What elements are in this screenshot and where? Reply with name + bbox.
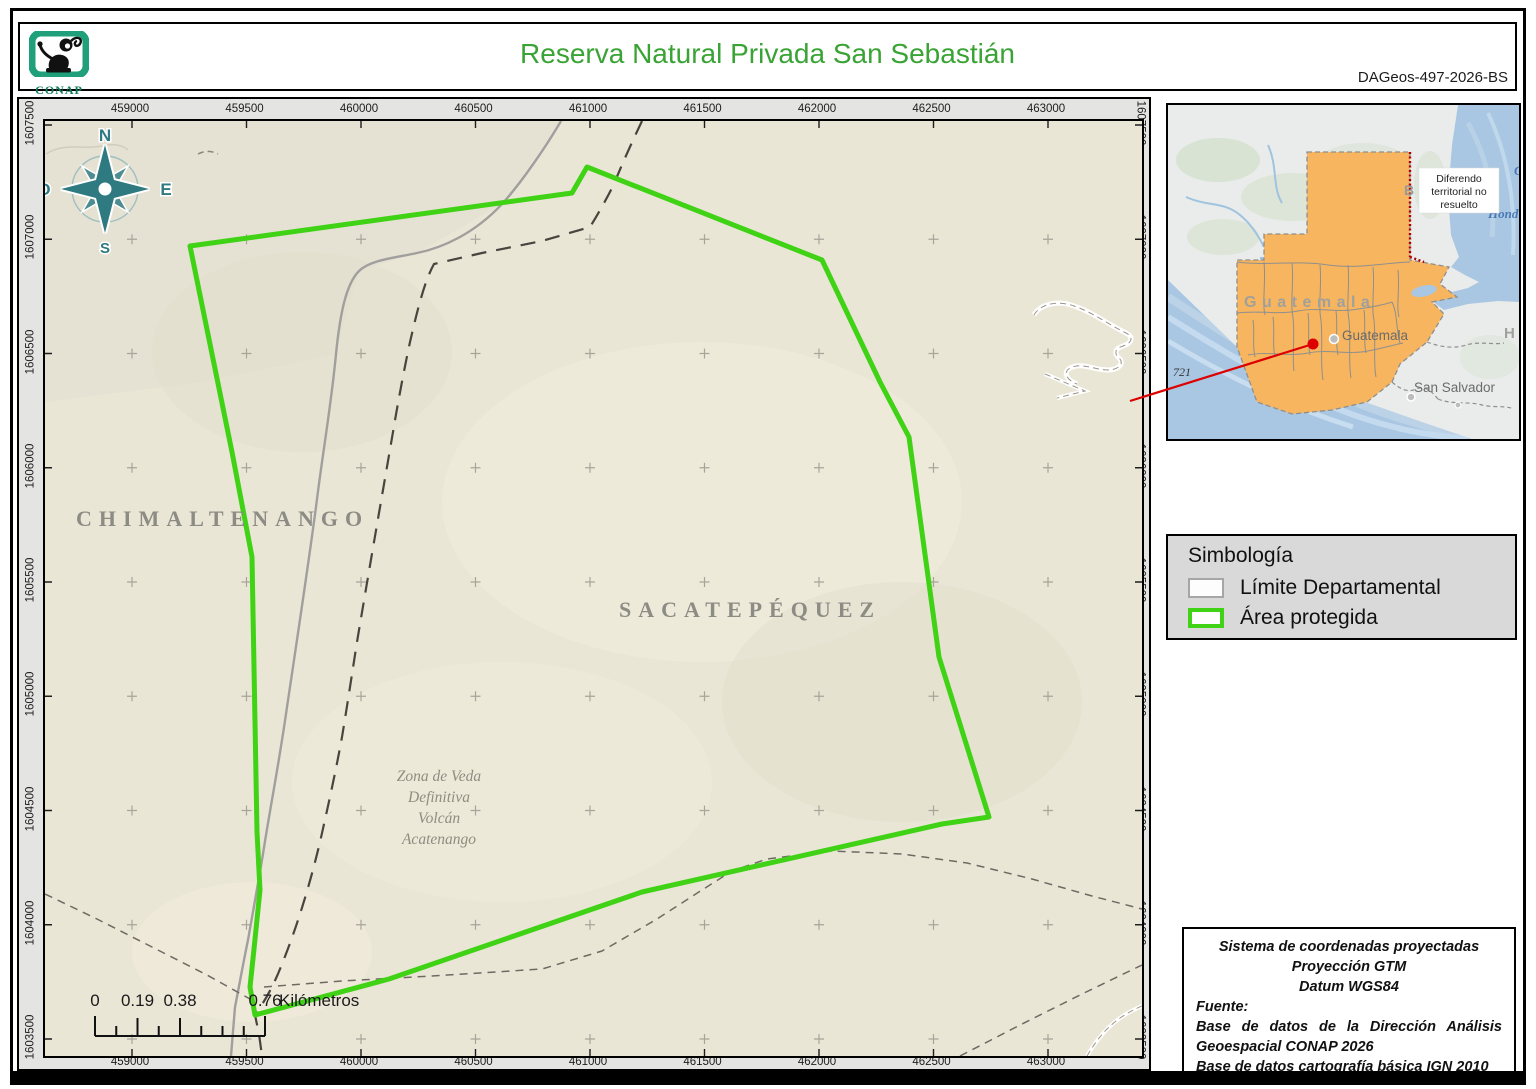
svg-text:Volcán: Volcán xyxy=(418,810,460,827)
svg-text:0.76: 0.76 xyxy=(248,991,281,1010)
y-axis-tick-label: 1607500 xyxy=(24,100,36,146)
compass-north-label: N xyxy=(99,126,111,145)
svg-text:Diferendo: Diferendo xyxy=(1436,173,1482,185)
inset-graphics: B Gu Hond Diferendo territorial no resue… xyxy=(1168,105,1519,439)
compass-east-label: E xyxy=(160,180,171,199)
crs-line: Sistema de coordenadas proyectadas xyxy=(1218,939,1480,955)
header: CONAP Reserva Natural Privada San Sebast… xyxy=(18,22,1517,97)
x-axis-tick-label: 462000 xyxy=(797,103,837,115)
x-axis-labels-top: 459000 459500 460000 460500 461000 461500 4620… xyxy=(85,103,1091,117)
region-label-sacatepequez: SACATEPÉQUEZ xyxy=(619,597,881,622)
svg-text:0.19: 0.19 xyxy=(121,991,154,1010)
y-axis-tick-label: 1604500 xyxy=(24,786,36,831)
x-axis-tick-label: 463000 xyxy=(1026,1056,1066,1068)
conap-logo-text: CONAP xyxy=(35,83,83,97)
document-code: DAGeos-497-2026-BS xyxy=(1357,69,1508,86)
region-label-chimaltenango: CHIMALTENANGO xyxy=(76,506,369,531)
compass-south-label: S xyxy=(100,240,110,257)
legend: Simbología Límite Departamental Área pro… xyxy=(1166,534,1517,640)
city-label-guatemala: Guatemala xyxy=(1342,328,1409,343)
fuente-label: Fuente: xyxy=(1196,999,1249,1015)
svg-text:Zona de Veda: Zona de Veda xyxy=(397,768,482,785)
svg-text:resuelto: resuelto xyxy=(1440,199,1478,211)
svg-text:territorial no: territorial no xyxy=(1431,186,1487,198)
x-axis-tick-label: 460500 xyxy=(454,103,493,115)
main-map-panel: 459000 459500 460000 460500 461000 461500 4620… xyxy=(17,97,1151,1071)
map-canvas: N S E O CHIMALTENANGO SACATEPÉQUEZ Zona … xyxy=(43,119,1144,1058)
source-ign-line: Base de datos cartografía básica IGN 201… xyxy=(1196,1059,1489,1075)
x-axis-labels-bottom: 459000 459500 460000 460500 461000 461500 4620… xyxy=(85,1056,1091,1070)
svg-text:0: 0 xyxy=(90,991,99,1010)
svg-text:0.38: 0.38 xyxy=(163,991,196,1010)
scale-unit-label: Kilómetros xyxy=(279,991,359,1010)
legend-item-area: Área protegida xyxy=(1188,606,1515,630)
guatemala-city-dot xyxy=(1328,333,1340,345)
x-axis-tick-label: 459000 xyxy=(110,103,150,115)
x-axis-tick-label: 462500 xyxy=(912,1056,951,1068)
source-info-box: Sistema de coordenadas proyectadas Proye… xyxy=(1182,927,1516,1076)
country-label-guatemala: Guatemala xyxy=(1244,294,1375,311)
map-title: Reserva Natural Privada San Sebastián xyxy=(520,38,1015,69)
y-axis-tick-label: 1603500 xyxy=(24,1014,36,1060)
depth-label: 721 xyxy=(1173,365,1191,379)
datum-line: Datum WGS84 xyxy=(1299,979,1399,995)
legend-item-limite: Límite Departamental xyxy=(1188,576,1515,600)
x-axis-tick-label: 462000 xyxy=(797,1056,837,1068)
y-axis-tick-label: 1607000 xyxy=(24,214,36,260)
x-axis-tick-label: 460000 xyxy=(339,1056,379,1068)
legend-title: Simbología xyxy=(1188,544,1294,567)
y-axis-tick-label: 1604000 xyxy=(24,900,36,946)
compass-west-label: O xyxy=(45,180,51,199)
x-axis-tick-label: 461500 xyxy=(683,103,722,115)
x-axis-tick-label: 459500 xyxy=(225,1056,264,1068)
departmental-boundary-swatch xyxy=(1188,578,1224,598)
x-axis-tick-label: 461500 xyxy=(683,1056,722,1068)
y-axis-tick-label: 1606000 xyxy=(24,443,36,489)
source-conap-line: Base de datos de la Dirección Análisis G… xyxy=(1196,1019,1502,1055)
y-axis-tick-label: 1605000 xyxy=(24,671,36,717)
y-axis-tick-label: 1606500 xyxy=(24,329,36,374)
x-axis-tick-label: 461000 xyxy=(568,1056,608,1068)
x-axis-tick-label: 459000 xyxy=(110,1056,150,1068)
belize-label: B xyxy=(1404,182,1414,198)
x-axis-tick-label: 460500 xyxy=(454,1056,493,1068)
sea-label-1: Gu xyxy=(1514,163,1519,178)
map-sheet: CONAP Reserva Natural Privada San Sebast… xyxy=(0,0,1536,1089)
city-label-san-salvador: San Salvador xyxy=(1414,380,1496,395)
projection-line: Proyección GTM xyxy=(1291,959,1407,975)
y-axis-tick-label: 1605500 xyxy=(24,557,36,603)
x-axis-tick-label: 459500 xyxy=(225,103,264,115)
svg-text:Acatenango: Acatenango xyxy=(401,831,476,848)
protected-area-swatch xyxy=(1188,608,1224,628)
x-axis-tick-label: 463000 xyxy=(1026,103,1066,115)
x-axis-tick-label: 462500 xyxy=(912,103,951,115)
inset-locator-map: B Gu Hond Diferendo territorial no resue… xyxy=(1166,103,1521,441)
honduras-label-fragment: H o xyxy=(1504,325,1519,342)
x-axis-tick-label: 460000 xyxy=(339,103,379,115)
map-graphics: N S E O CHIMALTENANGO SACATEPÉQUEZ Zona … xyxy=(45,121,1142,1056)
x-axis-tick-label: 461000 xyxy=(568,103,608,115)
y-axis-labels-left: 1607500 1607000 1606500 1606000 1605500 16050… xyxy=(21,100,39,1060)
svg-text:Definitiva: Definitiva xyxy=(407,789,470,806)
